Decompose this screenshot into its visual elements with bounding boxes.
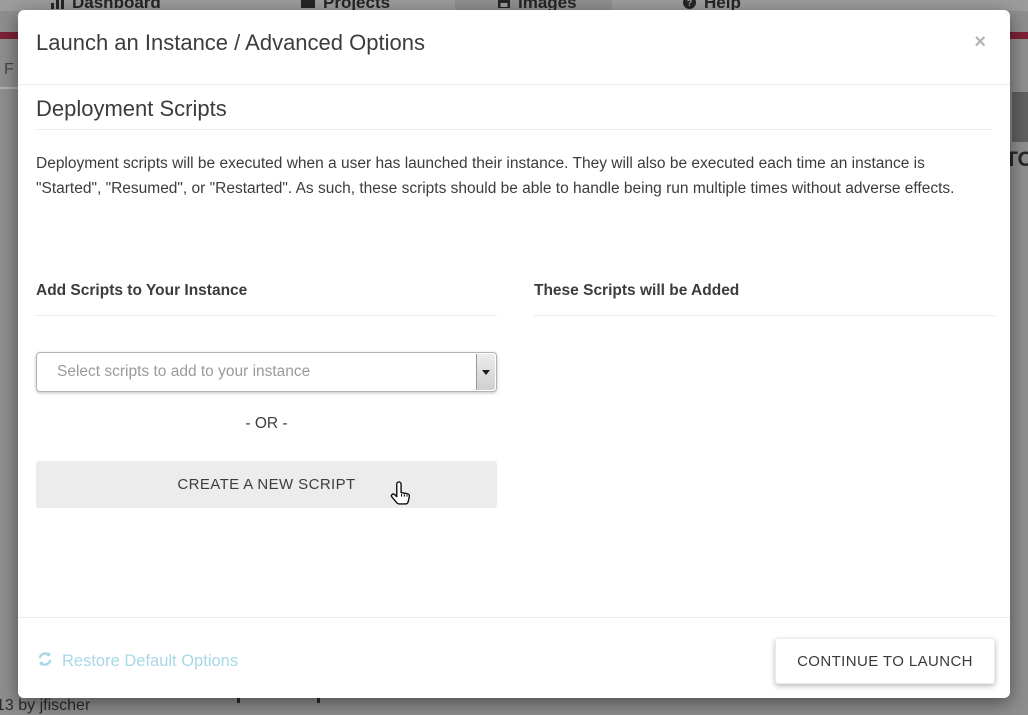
scripts-select[interactable]: Select scripts to add to your instance	[36, 352, 497, 392]
background-text-tick	[317, 698, 320, 703]
background-text-tick	[237, 698, 240, 703]
modal-title: Launch an Instance / Advanced Options	[36, 30, 425, 56]
scripts-select-placeholder: Select scripts to add to your instance	[37, 363, 310, 381]
refresh-icon	[36, 650, 54, 673]
added-scripts-column: These Scripts will be Added	[534, 282, 995, 316]
restore-link-label: Restore Default Options	[62, 652, 238, 671]
close-icon[interactable]: ×	[974, 32, 986, 52]
restore-default-options-link[interactable]: Restore Default Options	[36, 650, 238, 673]
added-scripts-heading: These Scripts will be Added	[534, 282, 995, 316]
svg-text:?: ?	[687, 0, 693, 8]
background-text-fragment-left: F	[4, 61, 14, 79]
or-separator: - OR -	[36, 412, 497, 436]
background-text-fragment-bottom: 13 by jfischer	[0, 697, 90, 715]
section-heading: Deployment Scripts	[36, 96, 992, 130]
chevron-down-icon[interactable]	[476, 354, 495, 390]
background-dark-block	[1012, 92, 1028, 142]
background-rule-fragment	[0, 87, 18, 89]
advanced-options-modal: Launch an Instance / Advanced Options × …	[18, 10, 1010, 698]
section-description: Deployment scripts will be executed when…	[36, 151, 974, 201]
create-new-script-button[interactable]: CREATE A NEW SCRIPT	[36, 461, 497, 508]
add-scripts-column: Add Scripts to Your Instance Select scri…	[36, 282, 497, 508]
continue-to-launch-button[interactable]: CONTINUE TO LAUNCH	[775, 638, 995, 684]
modal-footer: Restore Default Options CONTINUE TO LAUN…	[18, 617, 1010, 698]
add-scripts-heading: Add Scripts to Your Instance	[36, 282, 497, 316]
modal-header: Launch an Instance / Advanced Options ×	[18, 10, 1010, 85]
